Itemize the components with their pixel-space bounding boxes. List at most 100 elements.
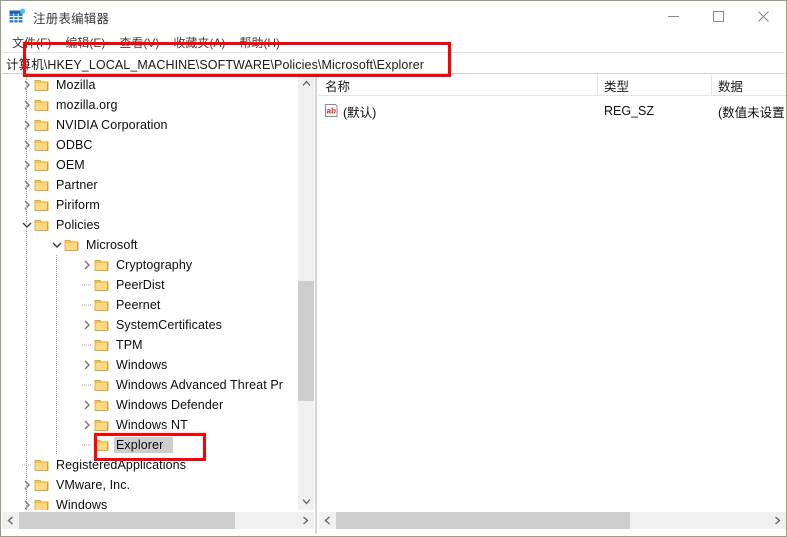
tree-item-systemcertificates[interactable]: SystemCertificates xyxy=(2,315,298,335)
tree-horizontal-scrollbar[interactable] xyxy=(2,512,314,529)
menu-bar: 文件(F) 编辑(E) 查看(V) 收藏夹(A) 帮助(H) xyxy=(1,33,786,52)
folder-icon xyxy=(94,438,110,452)
values-hscroll-thumb[interactable] xyxy=(336,512,630,529)
tree-vertical-scrollbar[interactable] xyxy=(298,75,314,510)
tree-item-label: Explorer xyxy=(114,437,174,453)
registry-tree[interactable]: Mozilla mozilla.org NVIDIA Corporation ODBC… xyxy=(2,75,298,510)
tree-item-odbc[interactable]: ODBC xyxy=(2,135,298,155)
table-row[interactable]: ab (默认) REG_SZ (数值未设置 xyxy=(319,101,786,121)
tree-guide-line xyxy=(26,135,27,155)
value-type-cell: REG_SZ xyxy=(604,104,655,118)
column-header-type[interactable]: 类型 xyxy=(598,75,712,95)
tree-item-explorer[interactable]: Explorer xyxy=(2,435,298,455)
tree-item-peerdist[interactable]: PeerDist xyxy=(2,275,298,295)
tree-item-vmware-inc[interactable]: VMware, Inc. xyxy=(2,475,298,495)
chevron-down-icon[interactable] xyxy=(49,235,64,255)
tree-scroll-down-button[interactable] xyxy=(298,493,314,510)
values-scroll-left-button[interactable] xyxy=(319,512,336,529)
tree-item-label: Windows xyxy=(116,358,168,372)
menu-file[interactable]: 文件(F) xyxy=(5,33,58,52)
tree-item-oem[interactable]: OEM xyxy=(2,155,298,175)
tree-scroll-thumb[interactable] xyxy=(298,281,314,401)
folder-icon xyxy=(94,258,110,272)
tree-item-windows[interactable]: Windows xyxy=(2,495,298,510)
tree-hscroll-thumb[interactable] xyxy=(19,512,235,529)
tree-item-windows[interactable]: Windows xyxy=(2,355,298,375)
chevron-right-icon[interactable] xyxy=(79,255,94,275)
close-button[interactable] xyxy=(741,1,786,31)
folder-icon xyxy=(34,178,50,192)
tree-guide-line xyxy=(56,435,57,455)
tree-item-piriform[interactable]: Piriform xyxy=(2,195,298,215)
maximize-button[interactable] xyxy=(696,1,741,31)
registry-tree-pane: Mozilla mozilla.org NVIDIA Corporation ODBC… xyxy=(2,75,314,534)
tree-item-label: RegisteredApplications xyxy=(56,458,187,472)
tree-guide-line xyxy=(26,335,27,355)
minimize-button[interactable] xyxy=(651,1,696,31)
folder-icon xyxy=(34,498,50,510)
folder-icon xyxy=(94,418,110,432)
tree-guide-line xyxy=(26,495,27,510)
tree-item-policies[interactable]: Policies xyxy=(2,215,298,235)
column-header-data[interactable]: 数据 xyxy=(712,75,786,95)
folder-icon xyxy=(34,218,50,232)
chevron-right-icon[interactable] xyxy=(79,415,94,435)
address-bar[interactable]: 计算机\HKEY_LOCAL_MACHINE\SOFTWARE\Policies… xyxy=(2,52,785,74)
title-bar: 注册表编辑器 xyxy=(1,1,786,31)
folder-icon xyxy=(94,358,110,372)
folder-icon xyxy=(94,298,110,312)
menu-edit[interactable]: 编辑(E) xyxy=(58,33,112,52)
tree-item-label: PeerDist xyxy=(116,278,165,292)
folder-icon xyxy=(34,138,50,152)
menu-help[interactable]: 帮助(H) xyxy=(232,33,287,52)
tree-guide-line xyxy=(26,415,27,435)
tree-scroll-up-button[interactable] xyxy=(298,75,314,92)
folder-icon xyxy=(64,238,80,252)
folder-icon xyxy=(34,158,50,172)
tree-scroll-left-button[interactable] xyxy=(2,512,19,529)
chevron-right-icon[interactable] xyxy=(79,355,94,375)
tree-item-windows-nt[interactable]: Windows NT xyxy=(2,415,298,435)
values-scroll-right-button[interactable] xyxy=(769,512,786,529)
tree-guide-line xyxy=(56,335,57,355)
tree-guide-line xyxy=(56,315,57,335)
chevron-right-icon[interactable] xyxy=(79,315,94,335)
folder-icon xyxy=(34,118,50,132)
folder-icon xyxy=(34,478,50,492)
tree-guide-line xyxy=(26,255,27,275)
tree-scroll-right-button[interactable] xyxy=(297,512,314,529)
chevron-right-icon[interactable] xyxy=(79,395,94,415)
tree-item-mozilla[interactable]: Mozilla xyxy=(2,75,298,95)
tree-guide-line xyxy=(26,155,27,175)
tree-item-microsoft[interactable]: Microsoft xyxy=(2,235,298,255)
panes-container: Mozilla mozilla.org NVIDIA Corporation ODBC… xyxy=(2,75,786,536)
tree-item-registeredapplications[interactable]: RegisteredApplications xyxy=(2,455,298,475)
tree-guide-line xyxy=(26,75,27,95)
menu-favorites[interactable]: 收藏夹(A) xyxy=(166,33,232,52)
tree-item-label: Windows xyxy=(56,498,108,510)
tree-item-tpm[interactable]: TPM xyxy=(2,335,298,355)
tree-item-label: SystemCertificates xyxy=(116,318,222,332)
tree-guide-line xyxy=(26,375,27,395)
tree-guide-line xyxy=(26,475,27,495)
tree-item-nvidia-corporation[interactable]: NVIDIA Corporation xyxy=(2,115,298,135)
tree-item-windows-defender[interactable]: Windows Defender xyxy=(2,395,298,415)
values-horizontal-scrollbar[interactable] xyxy=(319,512,786,529)
tree-item-windows-advanced-threat-pr[interactable]: Windows Advanced Threat Pr xyxy=(2,375,298,395)
tree-item-mozilla-org[interactable]: mozilla.org xyxy=(2,95,298,115)
svg-text:ab: ab xyxy=(326,107,336,116)
tree-guide-line xyxy=(26,455,27,475)
folder-icon xyxy=(34,78,50,92)
tree-guide-line xyxy=(26,395,27,415)
tree-item-peernet[interactable]: Peernet xyxy=(2,295,298,315)
folder-icon xyxy=(34,98,50,112)
tree-item-cryptography[interactable]: Cryptography xyxy=(2,255,298,275)
tree-guide-line xyxy=(26,355,27,375)
tree-item-label: Peernet xyxy=(116,298,161,312)
tree-item-label: OEM xyxy=(56,158,85,172)
tree-guide-line xyxy=(56,375,57,395)
menu-view[interactable]: 查看(V) xyxy=(112,33,166,52)
column-header-name[interactable]: 名称 xyxy=(319,75,598,95)
pane-splitter[interactable] xyxy=(315,75,317,534)
tree-item-partner[interactable]: Partner xyxy=(2,175,298,195)
